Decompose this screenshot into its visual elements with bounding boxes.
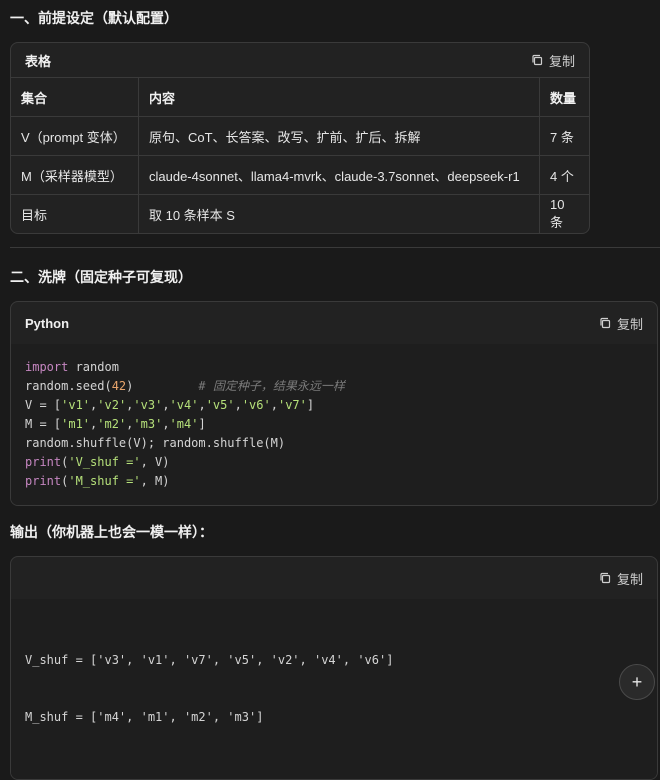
code-line: print('V_shuf =', V)	[25, 455, 170, 469]
code-card: Python 复制 import random random.seed(42) #…	[10, 301, 658, 506]
copy-button[interactable]: 复制	[599, 569, 643, 588]
table-cell: 目标	[11, 194, 139, 233]
output-heading: 输出（你机器上也会一模一样）：	[10, 524, 213, 540]
copy-button[interactable]: 复制	[599, 314, 643, 333]
code-line: print('M_shuf =', M)	[25, 474, 170, 488]
copy-icon	[532, 54, 543, 66]
code-line: V = ['v1','v2','v3','v4','v5','v6','v7']	[25, 398, 315, 412]
table-card: 表格 复制 集合 内容 数量 V（prompt 变体） 原句、CoT、长答案、改…	[10, 42, 590, 234]
table-row: V（prompt 变体） 原句、CoT、长答案、改写、扩前、扩后、拆解 7 条	[11, 116, 589, 156]
code-line: random.shuffle(V); random.shuffle(M)	[25, 436, 286, 450]
copy-icon	[600, 572, 611, 584]
output-line: M_shuf = ['m4', 'm1', 'm2', 'm3']	[25, 710, 264, 724]
code-language: Python	[25, 315, 70, 331]
output-block[interactable]: V_shuf = ['v3', 'v1', 'v7', 'v5', 'v2', …	[11, 599, 657, 779]
code-line: M = ['m1','m2','m3','m4']	[25, 417, 206, 431]
table-cell: 7 条	[539, 116, 589, 156]
copy-label: 复制	[616, 316, 643, 332]
section-heading-shuffle: 二、洗牌（固定种子可复现）	[10, 269, 192, 285]
table-cell: 取 10 条样本 S	[138, 194, 540, 233]
output-card-header: 复制	[11, 557, 657, 599]
table-card-header: 表格 复制	[11, 43, 589, 77]
output-line: V_shuf = ['v3', 'v1', 'v7', 'v5', 'v2', …	[25, 653, 394, 667]
code-card-header: Python 复制	[11, 302, 657, 344]
copy-button[interactable]: 复制	[531, 51, 575, 70]
table-cell: 原句、CoT、长答案、改写、扩前、扩后、拆解	[138, 116, 540, 156]
table-card-title: 表格	[25, 53, 52, 69]
table-header-row: 集合 内容 数量	[11, 77, 589, 117]
table-cell: V（prompt 变体）	[11, 116, 139, 156]
table-cell: 4 个	[539, 155, 589, 195]
code-block[interactable]: import random random.seed(42) # 固定种子，结果永远…	[11, 344, 657, 505]
table-row: 目标 取 10 条样本 S 10 条	[11, 194, 589, 233]
table-cell: 10 条	[539, 194, 589, 233]
copy-icon	[600, 317, 611, 329]
add-button[interactable]: +	[619, 664, 655, 700]
column-header: 数量	[539, 77, 589, 117]
table-cell: claude-4sonnet、llama4-mvrk、claude-3.7son…	[138, 155, 540, 195]
code-line: import random	[25, 360, 119, 374]
column-header: 集合	[11, 77, 139, 117]
column-header: 内容	[138, 77, 540, 117]
config-table: 集合 内容 数量 V（prompt 变体） 原句、CoT、长答案、改写、扩前、扩…	[11, 77, 589, 233]
plus-icon: +	[631, 671, 643, 692]
table-cell: M（采样器模型）	[11, 155, 139, 195]
section-heading-preset: 一、前提设定（默认配置）	[10, 10, 178, 26]
output-card: 复制 V_shuf = ['v3', 'v1', 'v7', 'v5', 'v2…	[10, 556, 658, 780]
section-divider	[10, 247, 660, 248]
code-line: random.seed(42) # 固定种子，结果永远一样	[25, 379, 345, 393]
copy-label: 复制	[616, 571, 643, 587]
copy-label: 复制	[548, 53, 575, 69]
table-row: M（采样器模型） claude-4sonnet、llama4-mvrk、clau…	[11, 155, 589, 195]
